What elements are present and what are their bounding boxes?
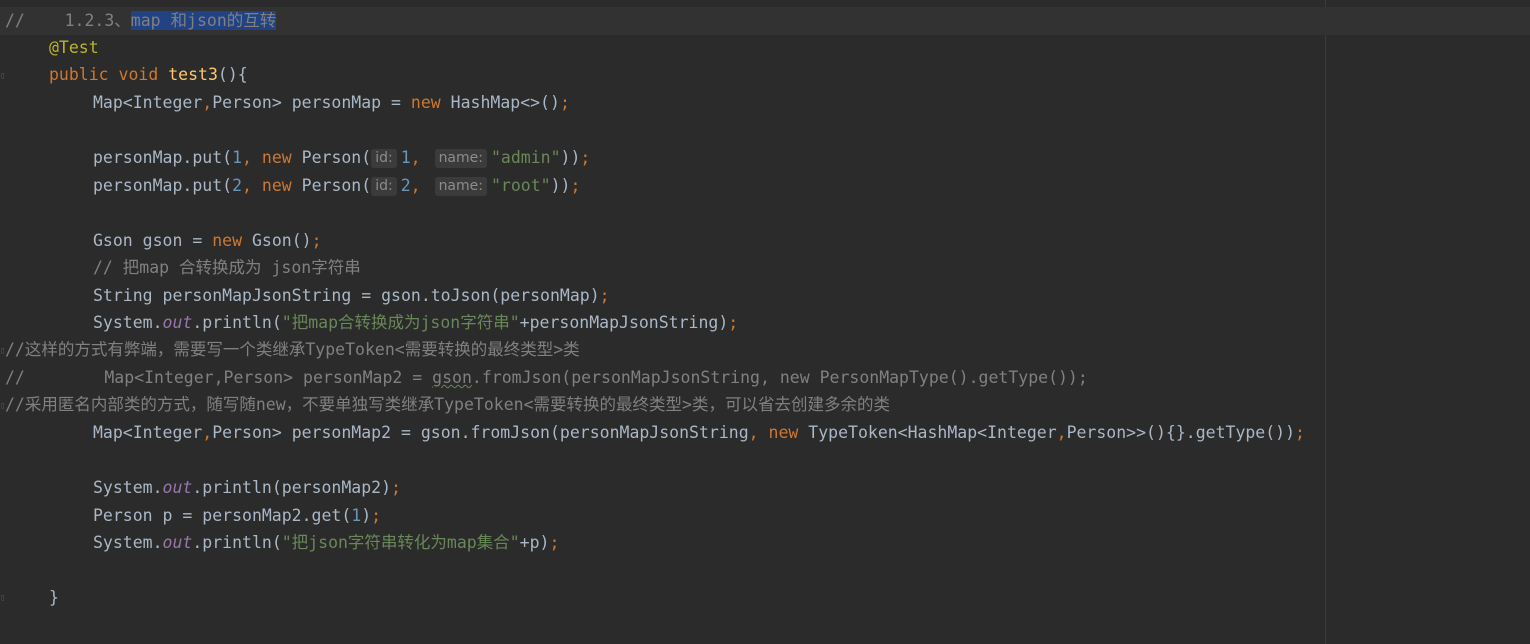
semicolon: ; [311, 231, 322, 250]
static-field-out: out [162, 533, 193, 552]
keyword-new: new [212, 231, 243, 250]
code-text: HashMap<>() [440, 93, 560, 112]
code-text: ) [361, 506, 372, 525]
code-line[interactable]: @Test [0, 34, 1530, 62]
code-line[interactable]: // 1.2.3、map 和json的互转 [0, 7, 1530, 35]
number-literal: 1 [400, 148, 411, 167]
code-line[interactable]: System.out.println("把map合转换成为json字符串"+pe… [0, 309, 1530, 337]
code-text: +personMapJsonString) [519, 313, 729, 332]
keyword-new: new [261, 176, 292, 195]
string-literal: "把map合转换成为json字符串" [281, 313, 520, 332]
number-literal: 1 [232, 148, 243, 167]
string-literal: "把json字符串转化为map集合" [281, 533, 520, 552]
code-text: System. [93, 533, 163, 552]
code-text: personMap.put( [93, 176, 233, 195]
code-line[interactable]: // Map<Integer,Person> personMap2 = gson… [0, 364, 1530, 392]
comment: .fromJson(personMapJsonString, new Perso… [471, 368, 1088, 387]
string-literal: "root" [490, 176, 551, 195]
code-text: .println( [192, 478, 282, 497]
heading-comment: // 1.2.3、 [5, 11, 131, 30]
code-text: Person p = personMap2.get( [93, 506, 352, 525]
code-line[interactable]: personMap.put(2, new Person(id: 2, name: "r… [0, 172, 1530, 200]
semicolon: ; [391, 478, 401, 497]
code-text: Person( [291, 148, 372, 167]
method-signature-rest: (){ [217, 65, 248, 84]
code-text: )) [550, 176, 571, 195]
comma: , [242, 148, 262, 167]
code-line[interactable]: personMap.put(1, new Person(id: 1, name: "a… [0, 144, 1530, 172]
semicolon: ; [570, 176, 581, 195]
semicolon: ; [728, 313, 739, 332]
comment: //这样的方式有弊端，需要写一个类继承TypeToken<需要转换的最终类型>类 [5, 340, 580, 359]
closing-brace: } [49, 588, 59, 607]
number-literal: 2 [400, 176, 411, 195]
method-name: test3 [168, 65, 218, 84]
code-line[interactable]: Map<Integer,Person> personMap = new Hash… [0, 89, 1530, 117]
code-line[interactable]: Gson gson = new Gson(); [0, 227, 1530, 255]
comma: , [748, 423, 769, 442]
code-text: Gson gson = [93, 231, 213, 250]
code-line[interactable]: Map<Integer,Person> personMap2 = gson.fr… [0, 419, 1530, 447]
selected-text: map 和json的互转 [130, 11, 277, 30]
keyword-new: new [410, 93, 441, 112]
semicolon: ; [371, 506, 382, 525]
code-text: )) [560, 148, 581, 167]
comment: //采用匿名内部类的方式，随写随new，不要单独写类继承TypeToken<需要… [5, 395, 890, 414]
method-modifiers: public void [49, 65, 169, 84]
code-line[interactable]: String personMapJsonString = gson.toJson… [0, 282, 1530, 310]
comment-warning: gson [432, 368, 472, 387]
comma: , [242, 176, 262, 195]
code-text: Person>>(){}.getType()) [1066, 423, 1296, 442]
semicolon: ; [1295, 423, 1305, 442]
code-text: .println( [192, 533, 282, 552]
static-field-out: out [162, 478, 193, 497]
code-line[interactable]: public void test3(){ [0, 61, 1530, 89]
code-text: System. [93, 478, 163, 497]
comment: // Map<Integer,Person> personMap2 = [5, 368, 433, 387]
code-line[interactable]: // 把map 合转换成为 json字符串 [0, 254, 1530, 282]
code-text: personMap2) [281, 478, 392, 497]
parameter-hint-id: id: [371, 149, 397, 168]
comma: , [410, 148, 421, 167]
code-text: System. [93, 313, 163, 332]
number-literal: 1 [351, 506, 362, 525]
comma: , [1056, 423, 1067, 442]
code-line[interactable]: //这样的方式有弊端，需要写一个类继承TypeToken<需要转换的最终类型>类 [0, 336, 1530, 364]
semicolon: ; [599, 286, 610, 305]
code-line[interactable]: System.out.println(personMap2); [0, 474, 1530, 502]
comma: , [202, 423, 213, 442]
comma: , [202, 93, 213, 112]
string-literal: "admin" [490, 148, 561, 167]
semicolon: ; [559, 93, 570, 112]
semicolon: ; [580, 148, 591, 167]
code-line[interactable]: System.out.println("把json字符串转化为map集合"+p)… [0, 529, 1530, 557]
parameter-hint-id: id: [371, 177, 397, 196]
code-text: +p) [519, 533, 550, 552]
code-text: String personMapJsonString = gson.toJson… [93, 286, 600, 305]
static-field-out: out [162, 313, 193, 332]
number-literal: 2 [232, 176, 243, 195]
code-text: Map<Integer [93, 93, 203, 112]
code-text: personMap.put( [93, 148, 233, 167]
keyword-new: new [768, 423, 799, 442]
code-line[interactable]: //采用匿名内部类的方式，随写随new，不要单独写类继承TypeToken<需要… [0, 391, 1530, 419]
parameter-hint-name: name: [434, 177, 487, 196]
code-text: Map<Integer [93, 423, 203, 442]
code-line[interactable]: Person p = personMap2.get(1); [0, 502, 1530, 530]
keyword-new: new [261, 148, 292, 167]
code-text: Person> personMap = [212, 93, 411, 112]
parameter-hint-name: name: [434, 149, 487, 168]
code-line[interactable]: } [0, 584, 1530, 612]
semicolon: ; [549, 533, 560, 552]
code-text: Gson() [242, 231, 312, 250]
code-text: TypeToken<HashMap<Integer [798, 423, 1057, 442]
code-text: Person( [291, 176, 372, 195]
code-text: Person> personMap2 = gson.fromJson(perso… [212, 423, 749, 442]
comment: // 把map 合转换成为 json字符串 [93, 258, 361, 277]
test-annotation: @Test [49, 38, 99, 57]
code-editor[interactable]: ▯ ▯ ▯ ▯ // 1.2.3、map 和json的互转 @Test publ… [0, 0, 1530, 644]
code-text: .println( [192, 313, 282, 332]
comma: , [410, 176, 421, 195]
